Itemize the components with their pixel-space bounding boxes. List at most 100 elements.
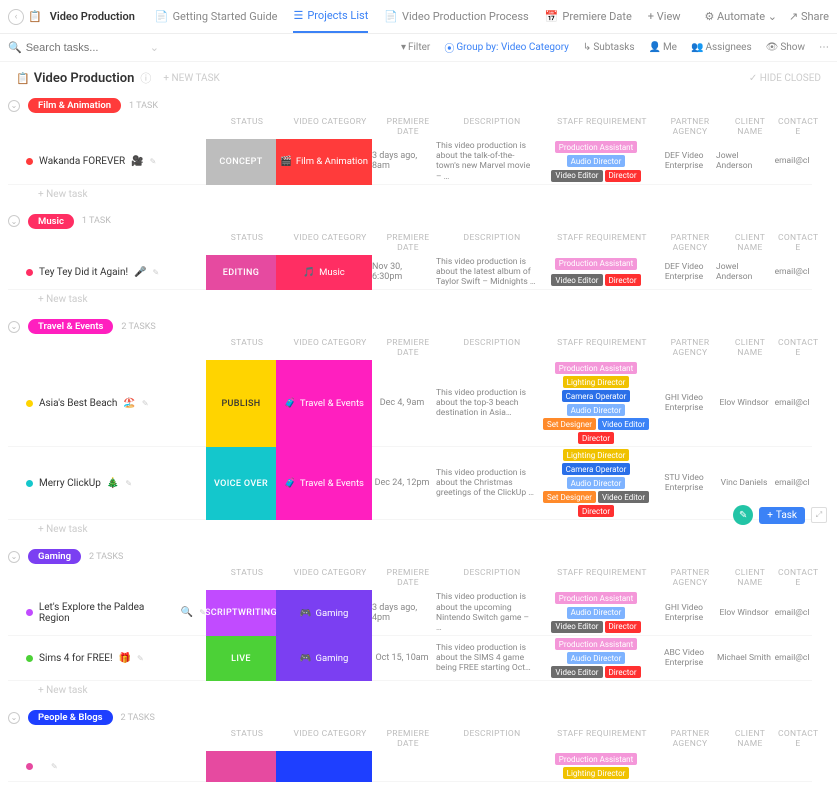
agency-cell: DEF Video Enterprise [652,255,716,291]
folder-icon: 📋 [28,10,42,23]
category-cell[interactable]: 🎮Gaming [276,590,372,636]
group-name-badge[interactable]: Travel & Events [28,319,113,334]
new-task-line[interactable]: + New task [8,681,837,700]
status-cell[interactable]: SCRIPTWRITING [206,590,276,636]
category-cell[interactable]: 🧳Travel & Events [276,360,372,447]
record-button[interactable]: ✎ [733,505,753,525]
premiere-date-cell[interactable] [372,751,432,782]
groups-container: ⌄ Film & Animation 1 TASK STATUSVIDEO CA… [0,94,837,788]
staff-cell[interactable]: Production AssistantVideo EditorDirector [540,255,652,291]
expand-group[interactable]: ⌄ [8,321,20,333]
table-row[interactable]: Sims 4 for FREE! 🎁 ✎ LIVE 🎮Gaming Oct 15… [8,636,837,681]
staff-cell[interactable]: Production AssistantAudio DirectorVideo … [540,139,652,185]
group-name-badge[interactable]: People & Blogs [28,710,113,725]
table-row[interactable]: Merry ClickUp 🎄 ✎ VOICE OVER 🧳Travel & E… [8,447,837,520]
staff-cell[interactable]: Production AssistantLighting DirectorCam… [540,360,652,447]
task-name-cell[interactable]: ✎ [8,751,206,782]
staff-cell[interactable]: Production AssistantAudio DirectorVideo … [540,590,652,636]
category-cell[interactable] [276,751,372,782]
group-name-badge[interactable]: Film & Animation [28,98,121,113]
new-task-line[interactable]: + New task [8,185,837,204]
task-emoji-icon: 🏖️ [123,398,135,409]
table-row[interactable]: Asia's Best Beach 🏖️ ✎ PUBLISH 🧳Travel &… [8,360,837,447]
new-task-fab[interactable]: + Task [759,507,805,524]
task-emoji-icon: 🎥 [131,156,143,167]
hide-closed[interactable]: ✓ HIDE CLOSED [749,73,821,84]
edit-icon[interactable]: ✎ [153,268,160,277]
premiere-date-cell[interactable]: Dec 4, 9am [372,360,432,447]
staff-cell[interactable]: Lighting DirectorCamera OperatorAudio Di… [540,447,652,520]
expand-group[interactable]: ⌄ [8,215,20,227]
info-icon[interactable]: ⓘ [140,70,151,86]
tab-getting-started[interactable]: 📄Getting Started Guide [155,10,278,23]
automate-button[interactable]: ⚙ Automate ⌄ [704,10,777,23]
add-view[interactable]: + View [648,10,681,23]
expand-icon[interactable]: ⤢ [811,507,827,523]
group-name-badge[interactable]: Music [28,214,74,229]
expand-group[interactable]: ⌄ [8,551,20,563]
me-button[interactable]: 👤 Me [648,40,677,55]
status-cell[interactable]: CONCEPT [206,139,276,185]
list-title-row: 📋 Video Production ⓘ + NEW TASK ✓ HIDE C… [0,62,837,94]
task-name-cell[interactable]: Merry ClickUp 🎄 ✎ [8,447,206,520]
group-name-badge[interactable]: Gaming [28,549,81,564]
status-cell[interactable] [206,751,276,782]
premiere-date-cell[interactable]: Nov 30, 6:30pm [372,255,432,291]
category-icon: 🎮 [300,653,312,664]
assignees-button[interactable]: 👥 Assignees [691,40,752,55]
client-cell: Elov Windsor [716,590,772,636]
new-task-line[interactable]: + New task [8,290,837,309]
expand-group[interactable]: ⌄ [8,100,20,112]
premiere-date-cell[interactable]: 3 days ago, 8am [372,139,432,185]
task-name-cell[interactable]: Asia's Best Beach 🏖️ ✎ [8,360,206,447]
show-button[interactable]: 👁 Show [766,40,805,55]
status-cell[interactable]: LIVE [206,636,276,681]
share-button[interactable]: ↗ Share [789,10,829,23]
more-icon[interactable]: ⋯ [819,40,829,55]
status-cell[interactable]: PUBLISH [206,360,276,447]
edit-icon[interactable]: ✎ [125,479,132,488]
premiere-date-cell[interactable]: 3 days ago, 4pm [372,590,432,636]
description-cell: This video production is about the top-3… [432,360,540,447]
task-name-cell[interactable]: Tey Tey Did it Again! 🎤 ✎ [8,255,206,291]
filter-button[interactable]: ▾ Filter [401,40,430,55]
task-emoji-icon: 🎁 [119,653,131,664]
status-dot [26,763,33,770]
expand-group[interactable]: ⌄ [8,712,20,724]
group-music: ⌄ Music 1 TASK STATUSVIDEO CATEGORYPREMI… [0,210,837,316]
staff-badge: Director [578,505,614,517]
group-by-button[interactable]: ⦿ Group by: Video Category [444,40,569,55]
search-input[interactable] [26,42,146,54]
edit-icon[interactable]: ✎ [199,608,206,617]
status-cell[interactable]: EDITING [206,255,276,291]
table-row[interactable]: ✎ Production AssistantLighting Director [8,751,837,782]
table-row[interactable]: Wakanda FOREVER 🎥 ✎ CONCEPT 🎬Film & Anim… [8,139,837,185]
table-row[interactable]: Let's Explore the Paldea Region 🔍 ✎ SCRI… [8,590,837,636]
tab-production-process[interactable]: 📄Video Production Process [384,10,528,23]
subtasks-button[interactable]: ↳ Subtasks [583,40,635,55]
staff-cell[interactable]: Production AssistantAudio DirectorVideo … [540,636,652,681]
category-cell[interactable]: 🎮Gaming [276,636,372,681]
category-cell[interactable]: 🎬Film & Animation [276,139,372,185]
back-icon[interactable]: ‹ [8,9,24,25]
status-cell[interactable]: VOICE OVER [206,447,276,520]
staff-cell[interactable]: Production AssistantLighting Director [540,751,652,782]
table-row[interactable]: Tey Tey Did it Again! 🎤 ✎ EDITING 🎵Music… [8,255,837,291]
premiere-date-cell[interactable]: Dec 24, 12pm [372,447,432,520]
edit-icon[interactable]: ✎ [137,654,144,663]
chevron-down-icon[interactable]: ⌄ [150,41,159,54]
premiere-date-cell[interactable]: Oct 15, 10am [372,636,432,681]
edit-icon[interactable]: ✎ [142,399,149,408]
category-cell[interactable]: 🎵Music [276,255,372,291]
task-name-cell[interactable]: Sims 4 for FREE! 🎁 ✎ [8,636,206,681]
task-name-cell[interactable]: Let's Explore the Paldea Region 🔍 ✎ [8,590,206,636]
new-task-line[interactable]: + New task [8,520,837,539]
tab-premiere-date[interactable]: 📅Premiere Date [545,10,632,23]
contact-cell: email@cl [772,636,812,681]
edit-icon[interactable]: ✎ [150,157,157,166]
tab-projects-list[interactable]: ☰Projects List [293,0,368,33]
task-name-cell[interactable]: Wakanda FOREVER 🎥 ✎ [8,139,206,185]
edit-icon[interactable]: ✎ [51,762,58,771]
new-task-top[interactable]: + NEW TASK [163,73,219,84]
category-cell[interactable]: 🧳Travel & Events [276,447,372,520]
